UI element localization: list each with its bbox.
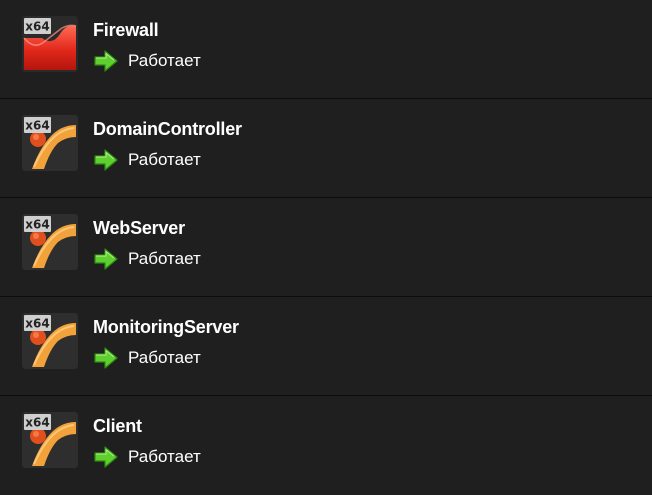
vm-status: Работает (93, 147, 201, 173)
firewall-x64-icon: x64 (22, 16, 78, 72)
running-arrow-icon (93, 446, 119, 468)
vm-status: Работает (93, 444, 201, 470)
vm-list: x64 Firewall Работает x64 DomainControll… (0, 0, 652, 495)
os-x64-icon: x64 (22, 214, 78, 270)
running-arrow-icon (93, 50, 119, 72)
svg-text:x64: x64 (25, 416, 49, 430)
svg-text:x64: x64 (25, 317, 49, 331)
os-x64-icon: x64 (22, 313, 78, 369)
running-arrow-icon (93, 248, 119, 270)
vm-name: DomainController (93, 119, 242, 139)
os-x64-icon: x64 (22, 412, 78, 468)
os-x64-icon: x64 (22, 115, 78, 171)
status-text: Работает (128, 249, 201, 268)
status-text: Работает (128, 447, 201, 466)
vm-name: Client (93, 416, 142, 436)
vm-item-webserver[interactable]: x64 WebServer Работает (0, 198, 652, 297)
vm-item-monitoringserver[interactable]: x64 MonitoringServer Работает (0, 297, 652, 396)
vm-name: MonitoringServer (93, 317, 239, 337)
status-text: Работает (128, 150, 201, 169)
status-text: Работает (128, 51, 201, 70)
vm-name: WebServer (93, 218, 185, 238)
vm-status: Работает (93, 246, 201, 272)
vm-status: Работает (93, 345, 201, 371)
status-text: Работает (128, 348, 201, 367)
running-arrow-icon (93, 149, 119, 171)
vm-item-firewall[interactable]: x64 Firewall Работает (0, 0, 652, 99)
vm-status: Работает (93, 48, 201, 74)
vm-name: Firewall (93, 20, 159, 40)
svg-text:x64: x64 (25, 218, 49, 232)
vm-item-domaincontroller[interactable]: x64 DomainController Работает (0, 99, 652, 198)
running-arrow-icon (93, 347, 119, 369)
vm-item-client[interactable]: x64 Client Работает (0, 396, 652, 495)
svg-text:x64: x64 (25, 119, 49, 133)
svg-text:x64: x64 (25, 20, 49, 34)
